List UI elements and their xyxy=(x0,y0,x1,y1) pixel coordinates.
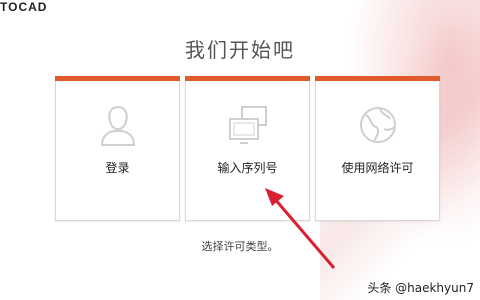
license-type-hint: 选择许可类型。 xyxy=(201,240,279,253)
watermark: 头条 @haekhyun7 xyxy=(367,281,474,295)
red-arrow-annotation xyxy=(265,188,336,269)
